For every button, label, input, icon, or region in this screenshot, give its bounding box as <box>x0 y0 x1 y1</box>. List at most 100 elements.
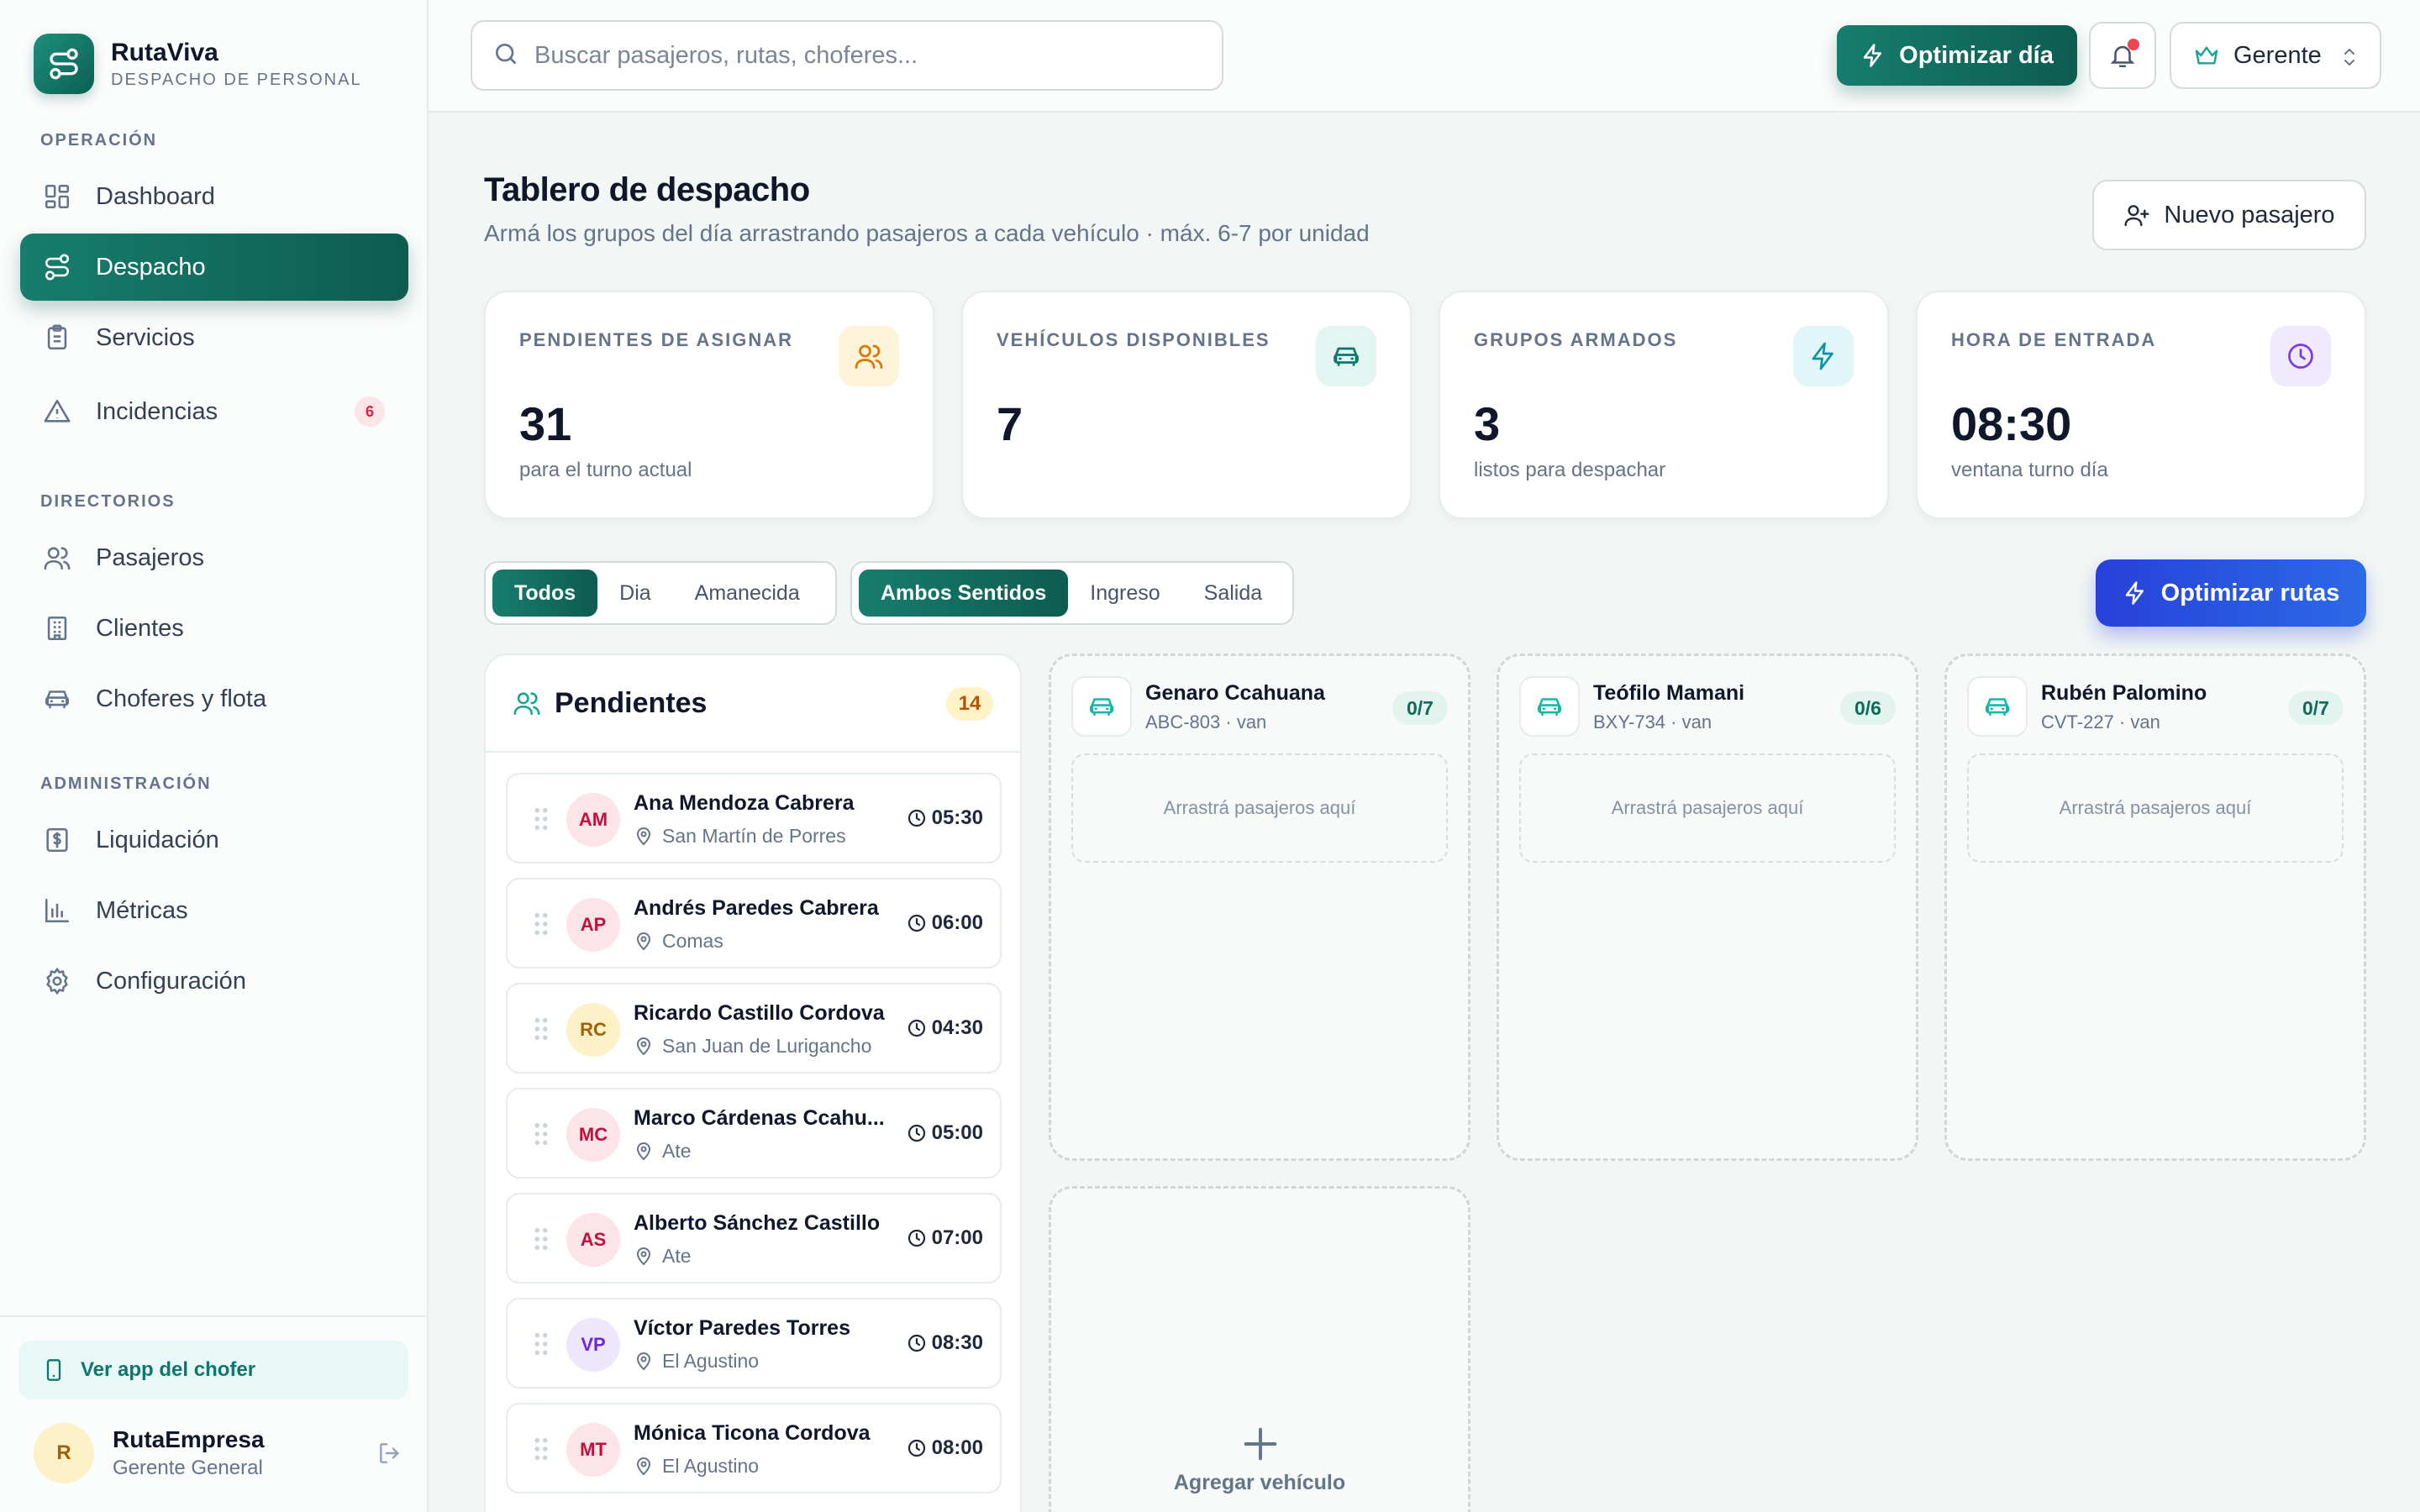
shift-filter: Todos Dia Amanecida <box>484 561 837 625</box>
driver-app-link[interactable]: Ver app del chofer <box>18 1341 408 1399</box>
warning-icon <box>40 395 74 428</box>
optimize-routes-button[interactable]: Optimizar rutas <box>2096 559 2366 627</box>
add-vehicle-button[interactable]: Agregar vehículo <box>1049 1186 1470 1512</box>
bolt-icon <box>1863 44 1882 67</box>
sidebar-item-label: Configuración <box>96 967 246 995</box>
page-title: Tablero de despacho <box>484 171 810 208</box>
user-name: RutaEmpresa <box>113 1426 265 1452</box>
sidebar-item-label: Servicios <box>96 323 195 351</box>
drag-handle-icon[interactable] <box>533 911 550 937</box>
car-icon <box>1071 676 1132 737</box>
passenger-time: 07:00 <box>931 1226 983 1249</box>
pending-passenger-row[interactable]: AS Alberto Sánchez Castillo Ate 07:00 <box>506 1193 1002 1284</box>
direction-filter: Ambos Sentidos Ingreso Salida <box>850 561 1294 625</box>
stat-label: GRUPOS ARMADOS <box>1474 329 1678 350</box>
vehicle-column[interactable]: Genaro Ccahuana ABC-803 · van 0/7 Arrast… <box>1049 654 1470 1161</box>
drag-handle-icon[interactable] <box>533 806 550 832</box>
passenger-time: 08:30 <box>931 1331 983 1354</box>
sidebar-item-clientes[interactable]: Clientes <box>20 595 408 662</box>
avatar: R <box>34 1423 94 1483</box>
section-label-administracion: ADMINISTRACIÓN <box>40 774 212 793</box>
sidebar-item-incidencias[interactable]: Incidencias 6 <box>20 378 408 445</box>
passenger-location: El Agustino <box>662 1350 760 1372</box>
brand-name: RutaViva <box>111 38 218 66</box>
passenger-location: San Juan de Lurigancho <box>662 1035 872 1057</box>
notification-dot <box>2128 39 2139 50</box>
drag-handle-icon[interactable] <box>533 1226 550 1252</box>
avatar: MC <box>566 1108 620 1162</box>
user-profile[interactable]: R RutaEmpresa Gerente General <box>34 1423 403 1483</box>
stat-note: listos para despachar <box>1474 459 1666 481</box>
avatar: RC <box>566 1003 620 1057</box>
vehicle-column[interactable]: Rubén Palomino CVT-227 · van 0/7 Arrastr… <box>1944 654 2366 1161</box>
new-passenger-button[interactable]: Nuevo pasajero <box>2092 180 2366 250</box>
vehicle-drop-zone[interactable]: Arrastrá pasajeros aquí <box>1967 753 2344 863</box>
filter-amanecida[interactable]: Amanecida <box>673 570 822 617</box>
sidebar-item-metricas[interactable]: Métricas <box>20 877 408 944</box>
section-label-operacion: OPERACIÓN <box>40 131 158 150</box>
vehicle-drop-zone[interactable]: Arrastrá pasajeros aquí <box>1519 753 1896 863</box>
clock-icon <box>908 1439 925 1457</box>
filter-salida[interactable]: Salida <box>1182 570 1285 617</box>
driver-app-label: Ver app del chofer <box>81 1358 256 1381</box>
map-pin-icon <box>636 1037 651 1055</box>
passenger-name: Marco Cárdenas Ccahu... <box>634 1106 885 1130</box>
sidebar-item-label: Incidencias <box>96 397 218 425</box>
sidebar-item-despacho[interactable]: Despacho <box>20 234 408 301</box>
notifications-button[interactable] <box>2089 22 2156 89</box>
vehicle-capacity-badge: 0/7 <box>2288 691 2344 725</box>
pending-passenger-row[interactable]: AM Ana Mendoza Cabrera San Martín de Porre… <box>506 773 1002 864</box>
pending-passenger-row[interactable]: VP Víctor Paredes Torres El Agustino 08:30 <box>506 1298 1002 1389</box>
section-label-directorios: DIRECTORIOS <box>40 492 176 511</box>
sidebar-item-dashboard[interactable]: Dashboard <box>20 163 408 230</box>
sidebar-item-configuracion[interactable]: Configuración <box>20 948 408 1015</box>
pending-passenger-row[interactable]: RC Ricardo Castillo Cordova San Juan de Lu… <box>506 983 1002 1074</box>
logout-icon[interactable] <box>376 1440 403 1471</box>
search-input[interactable] <box>534 41 1190 70</box>
pending-passenger-row[interactable]: MT Mónica Ticona Cordova El Agustino 08:00 <box>506 1403 1002 1494</box>
vehicle-capacity-badge: 0/6 <box>1840 691 1896 725</box>
role-selector[interactable]: Gerente <box>2170 22 2381 89</box>
passenger-location: San Martín de Porres <box>662 825 846 847</box>
car-icon <box>1967 676 2028 737</box>
sidebar-item-servicios[interactable]: Servicios <box>20 304 408 371</box>
stat-card-pendientes: PENDIENTES DE ASIGNAR 31 para el turno a… <box>484 291 934 519</box>
phone-icon <box>46 1359 61 1381</box>
vehicle-drop-zone[interactable]: Arrastrá pasajeros aquí <box>1071 753 1448 863</box>
users-icon <box>839 326 899 386</box>
passenger-name: Ricardo Castillo Cordova <box>634 1001 885 1025</box>
passenger-location: Ate <box>662 1245 692 1267</box>
user-plus-icon <box>2124 205 2149 227</box>
pending-panel: Pendientes 14 AM Ana Mendoza Cabrera San M… <box>484 654 1022 1512</box>
drag-handle-icon[interactable] <box>533 1331 550 1357</box>
route-icon <box>40 250 74 284</box>
vehicle-driver: Teófilo Mamani <box>1593 681 1745 705</box>
optimize-day-button[interactable]: Optimizar día <box>1837 25 2077 86</box>
sidebar-item-pasajeros[interactable]: Pasajeros <box>20 524 408 591</box>
drag-handle-icon[interactable] <box>533 1121 550 1147</box>
pending-title: Pendientes <box>555 686 708 719</box>
pending-passenger-row[interactable]: AP Andrés Paredes Cabrera Comas 06:00 <box>506 878 1002 969</box>
user-role: Gerente General <box>113 1457 263 1479</box>
search-box[interactable] <box>471 20 1223 91</box>
pending-count-badge: 14 <box>946 687 993 721</box>
stat-label: VEHÍCULOS DISPONIBLES <box>997 329 1270 350</box>
sidebar-item-liquidacion[interactable]: Liquidación <box>20 806 408 874</box>
vehicle-column[interactable]: Teófilo Mamani BXY-734 · van 0/6 Arrastr… <box>1497 654 1918 1161</box>
avatar: MT <box>566 1423 620 1477</box>
filter-ingreso[interactable]: Ingreso <box>1068 570 1181 617</box>
drag-handle-icon[interactable] <box>533 1436 550 1462</box>
passenger-location: El Agustino <box>662 1455 760 1477</box>
sidebar-item-label: Despacho <box>96 253 206 281</box>
avatar: VP <box>566 1318 620 1372</box>
stat-card-hora: HORA DE ENTRADA 08:30 ventana turno día <box>1916 291 2366 519</box>
drag-handle-icon[interactable] <box>533 1016 550 1042</box>
filter-ambos-sentidos[interactable]: Ambos Sentidos <box>859 570 1069 617</box>
filter-todos[interactable]: Todos <box>492 570 598 617</box>
stat-note: para el turno actual <box>519 459 692 481</box>
passenger-time: 04:30 <box>931 1016 983 1039</box>
sidebar-item-choferes[interactable]: Choferes y flota <box>20 665 408 732</box>
brand[interactable]: RutaViva DESPACHO DE PERSONAL <box>34 34 362 94</box>
pending-passenger-row[interactable]: MC Marco Cárdenas Ccahu... Ate 05:00 <box>506 1088 1002 1179</box>
filter-dia[interactable]: Dia <box>597 570 673 617</box>
